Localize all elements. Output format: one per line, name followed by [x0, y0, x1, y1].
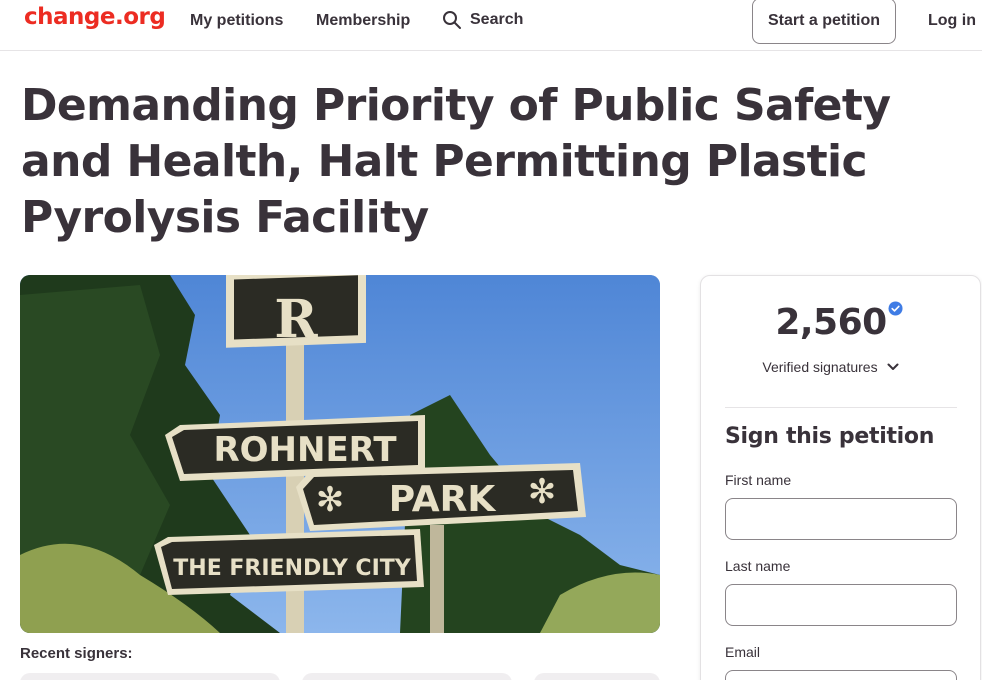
signature-count: 2,560	[775, 302, 887, 343]
verified-badge-icon	[888, 301, 903, 316]
top-navigation-bar: change.org My petitions Membership Searc…	[0, 0, 982, 51]
first-name-label: First name	[725, 472, 792, 488]
verified-signatures-toggle[interactable]: Verified signatures	[701, 359, 961, 375]
recent-signer-chip	[302, 673, 512, 680]
verified-signatures-label: Verified signatures	[762, 359, 878, 375]
rohnert-park-sign-photo: R ROHNERT PARK ✻ ✻ THE FRIENDLY CITY	[20, 275, 660, 633]
sign-friendly-city-text: THE FRIENDLY CITY	[173, 556, 411, 581]
start-petition-button[interactable]: Start a petition	[752, 0, 896, 44]
login-link[interactable]: Log in	[928, 12, 976, 30]
sign-r-text: R	[274, 289, 318, 350]
email-label: Email	[725, 644, 761, 660]
nav-membership[interactable]: Membership	[316, 12, 410, 30]
signature-count-wrap: 2,560	[701, 302, 961, 343]
petition-title: Demanding Priority of Public Safety and …	[21, 80, 891, 243]
recent-signer-chip	[534, 673, 660, 680]
nav-my-petitions[interactable]: My petitions	[190, 12, 283, 30]
petition-image: R ROHNERT PARK ✻ ✻ THE FRIENDLY CITY	[20, 275, 660, 633]
chevron-down-icon	[887, 363, 899, 370]
last-name-label: Last name	[725, 558, 791, 574]
panel-divider	[725, 407, 957, 408]
svg-text:✻: ✻	[316, 480, 345, 520]
change-org-logo[interactable]: change.org	[24, 4, 166, 30]
first-name-field[interactable]	[725, 498, 957, 540]
recent-signers-label: Recent signers:	[20, 645, 133, 662]
sign-petition-panel: 2,560 Verified signatures Sign this peti…	[700, 275, 981, 680]
nav-search[interactable]: Search	[442, 10, 523, 30]
sign-park-text: PARK	[389, 479, 497, 520]
last-name-field[interactable]	[725, 584, 957, 626]
email-field[interactable]	[725, 670, 957, 680]
sign-petition-heading: Sign this petition	[725, 424, 935, 449]
recent-signer-chip	[20, 673, 280, 680]
search-icon	[443, 11, 461, 29]
svg-text:✻: ✻	[528, 472, 557, 512]
sign-rohnert-text: ROHNERT	[213, 430, 397, 470]
nav-search-label: Search	[470, 11, 524, 28]
